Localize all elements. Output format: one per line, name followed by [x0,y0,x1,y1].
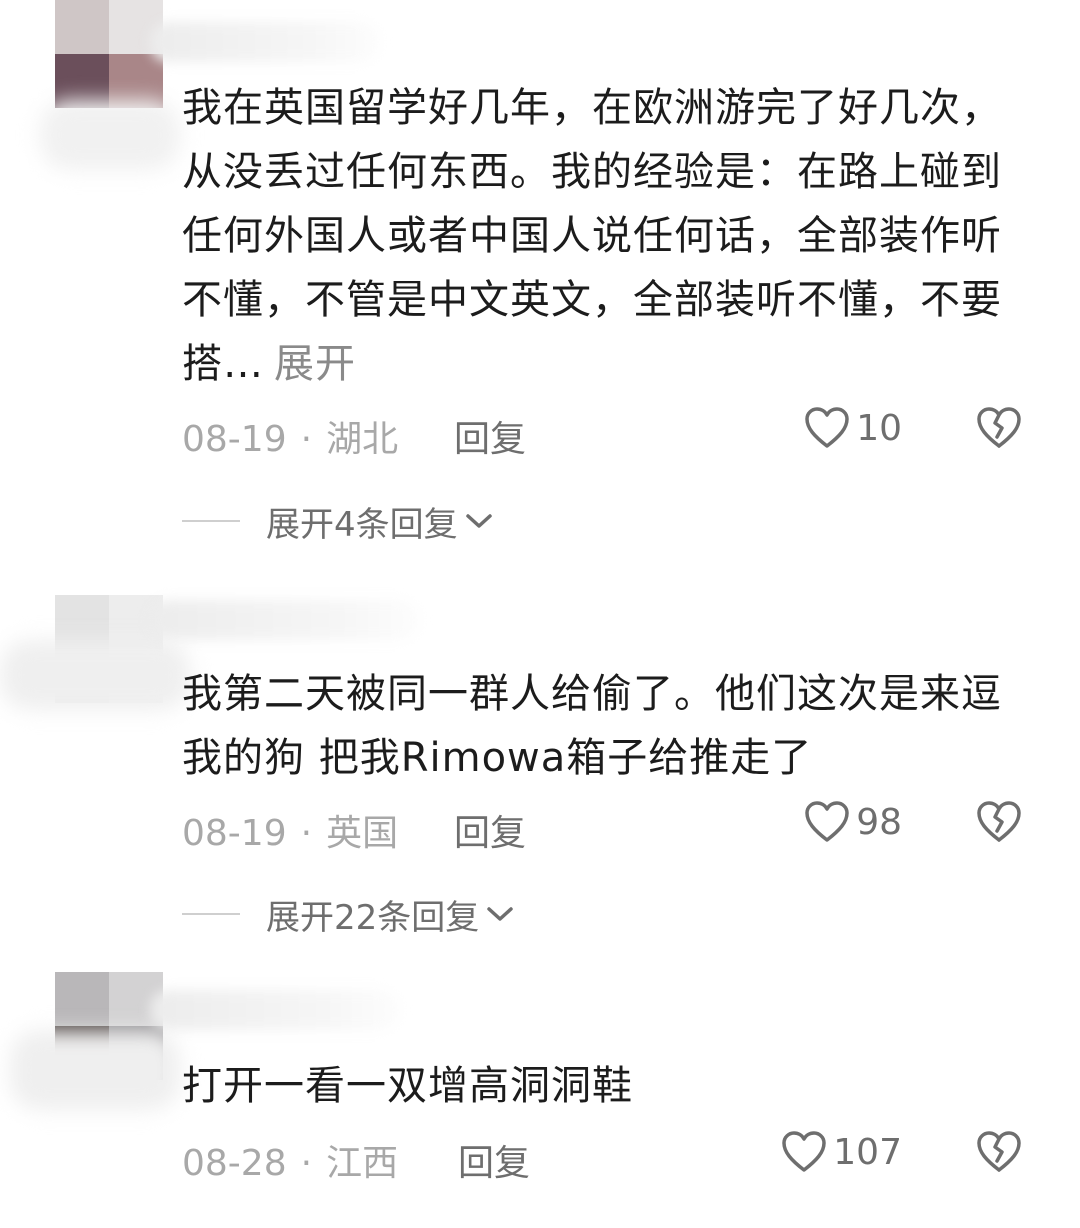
reply-button[interactable]: 回复 [454,804,526,856]
comment-text: 我第二天被同一群人给偷了。他们这次是来逗我的狗 把我Rimowa箱子给推走了 [182,671,1002,781]
dislike-button[interactable] [976,406,1022,459]
username[interactable] [150,990,400,1030]
broken-heart-icon [977,1131,1021,1172]
comment-meta: 08-28 · 江西 回复 107 [182,1131,1032,1184]
expand-replies-button[interactable]: 展开4条回复 [182,497,494,545]
heart-outline-icon [805,801,849,842]
like-button[interactable]: 10 [804,406,902,450]
dislike-button[interactable] [976,1130,1022,1183]
like-button[interactable]: 107 [781,1130,902,1174]
reply-button[interactable]: 回复 [454,410,526,462]
divider-line [182,520,240,522]
comment-date-location: 08-19 · 湖北 [182,419,399,460]
chevron-down-icon [465,514,492,528]
avatar[interactable] [55,0,163,108]
like-count: 10 [856,407,902,449]
comment-meta: 08-19 · 英国 回复 98 [182,801,1032,854]
comment-meta: 08-19 · 湖北 回复 10 [182,407,1032,460]
comment-text: 打开一看一双增高洞洞鞋 [182,1063,633,1109]
broken-heart-icon [977,801,1021,842]
username[interactable] [150,22,380,62]
like-count: 107 [833,1131,902,1173]
like-count: 98 [856,801,902,843]
expand-text-link[interactable]: 展开 [274,341,356,387]
chevron-down-icon [487,907,514,921]
broken-heart-icon [977,407,1021,448]
heart-outline-icon [782,1131,827,1172]
expand-replies-label: 展开22条回复 [266,897,480,938]
expand-replies-button[interactable]: 展开22条回复 [182,890,515,938]
dislike-button[interactable] [976,800,1022,853]
comment-date-location: 08-28 · 江西 [182,1143,399,1184]
username[interactable] [150,600,420,640]
reply-button[interactable]: 回复 [458,1134,530,1186]
comment-text: 我在英国留学好几年，在欧洲游完了好几次，从没丢过任何东西。我的经验是：在路上碰到… [182,85,1002,387]
comment-date-location: 08-19 · 英国 [182,813,399,854]
divider-line [182,913,240,915]
heart-outline-icon [805,407,849,448]
like-button[interactable]: 98 [804,800,902,844]
expand-replies-label: 展开4条回复 [266,504,458,545]
